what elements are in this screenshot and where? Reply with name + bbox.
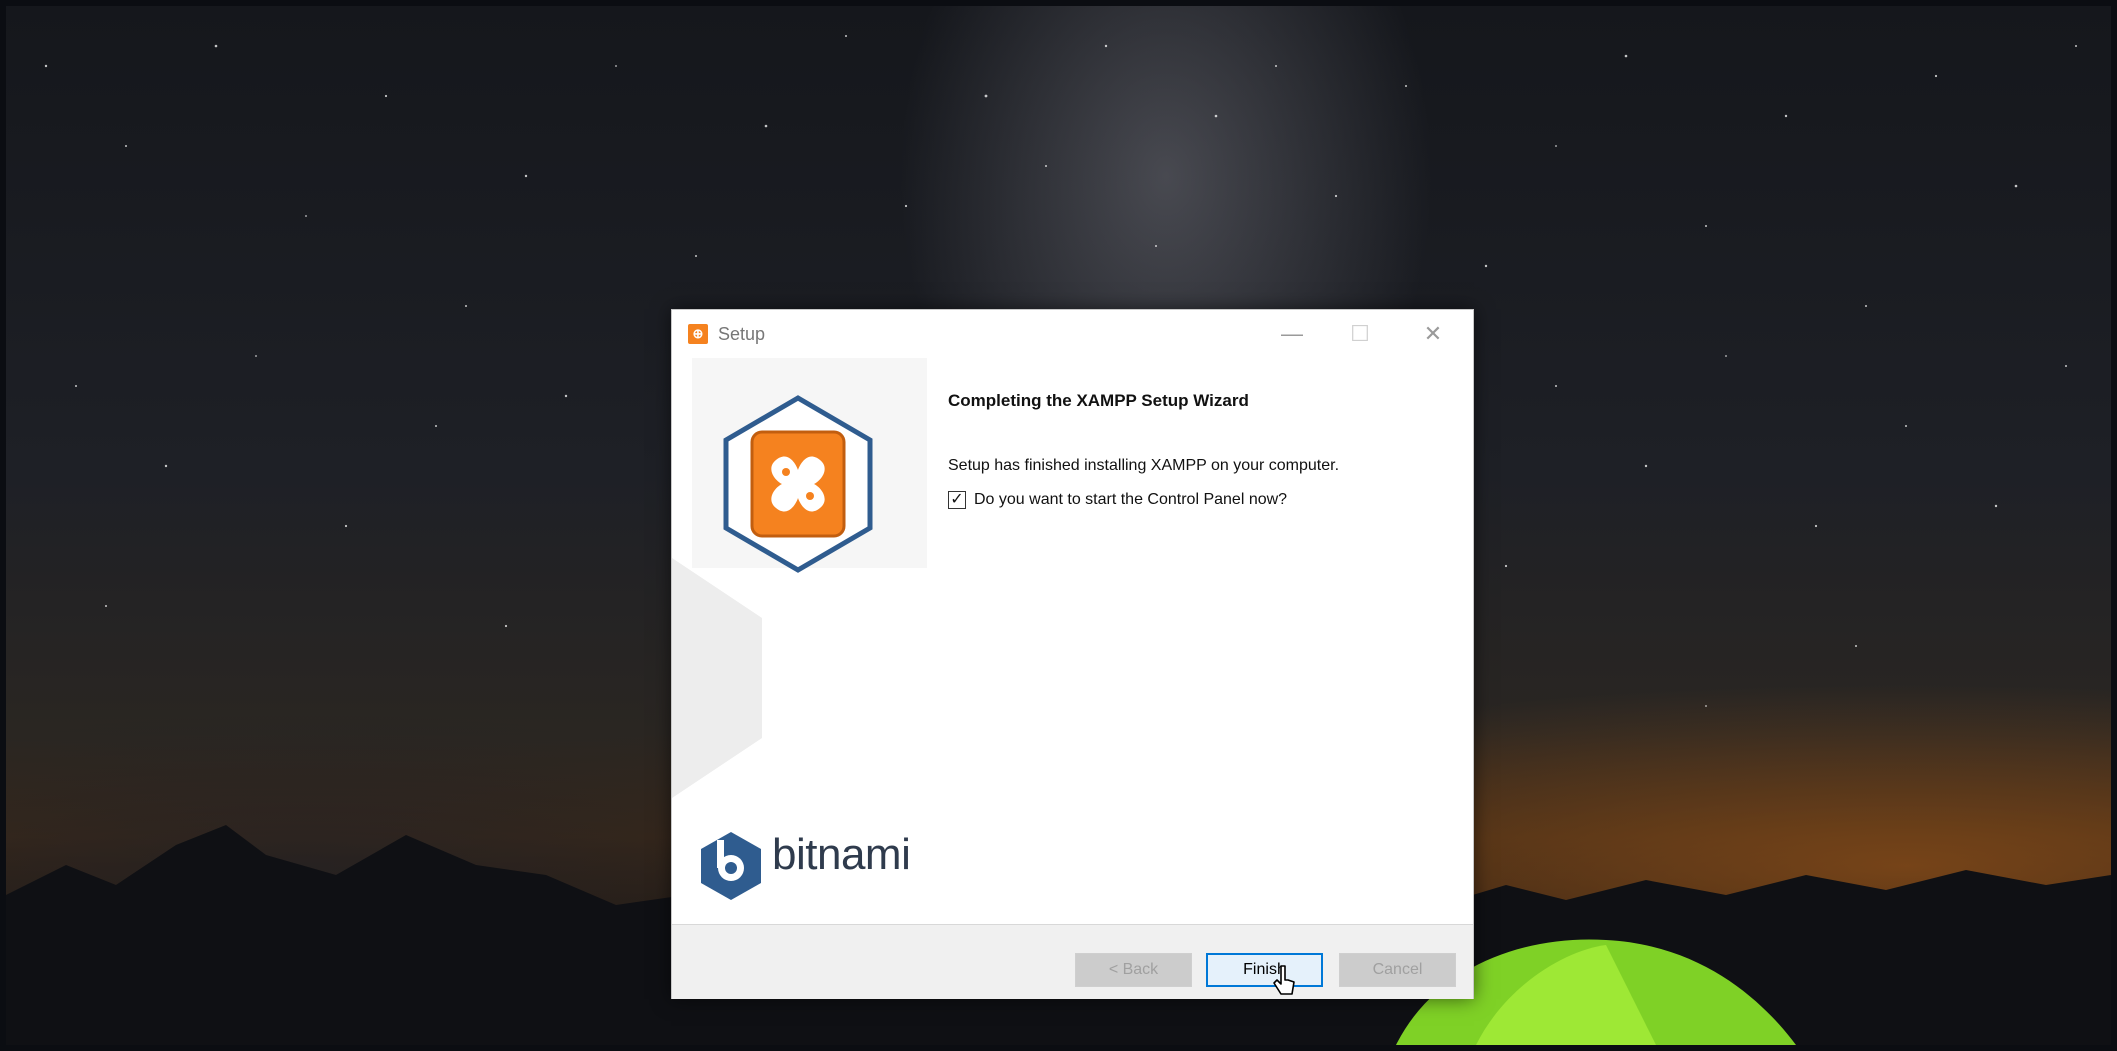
- maximize-icon[interactable]: ☐: [1340, 320, 1380, 348]
- start-control-panel-checkbox[interactable]: ✓: [948, 491, 966, 509]
- xampp-logo: [723, 395, 873, 573]
- mouse-cursor-icon: [1273, 965, 1295, 995]
- wizard-footer: < Back Finish Cancel: [672, 924, 1473, 999]
- start-control-panel-label[interactable]: Do you want to start the Control Panel n…: [974, 491, 1287, 509]
- title-bar[interactable]: ⊕ Setup — ☐ ✕: [672, 310, 1473, 358]
- close-icon[interactable]: ✕: [1413, 320, 1453, 348]
- finish-button[interactable]: Finish: [1206, 953, 1323, 987]
- bitnami-wordmark: bitnami: [772, 830, 911, 879]
- completion-message: Setup has finished installing XAMPP on y…: [948, 457, 1340, 474]
- cancel-button[interactable]: Cancel: [1339, 953, 1456, 987]
- bitnami-logo-icon: [701, 832, 761, 900]
- window-title: Setup: [718, 324, 766, 344]
- xampp-app-icon: ⊕: [688, 324, 708, 344]
- back-button[interactable]: < Back: [1075, 953, 1192, 987]
- wizard-heading: Completing the XAMPP Setup Wizard: [948, 391, 1249, 410]
- wizard-banner: bitnami: [672, 358, 932, 930]
- setup-window: ⊕ Setup — ☐ ✕ bitnami Completing the XAM…: [671, 309, 1474, 999]
- minimize-icon[interactable]: —: [1272, 320, 1312, 348]
